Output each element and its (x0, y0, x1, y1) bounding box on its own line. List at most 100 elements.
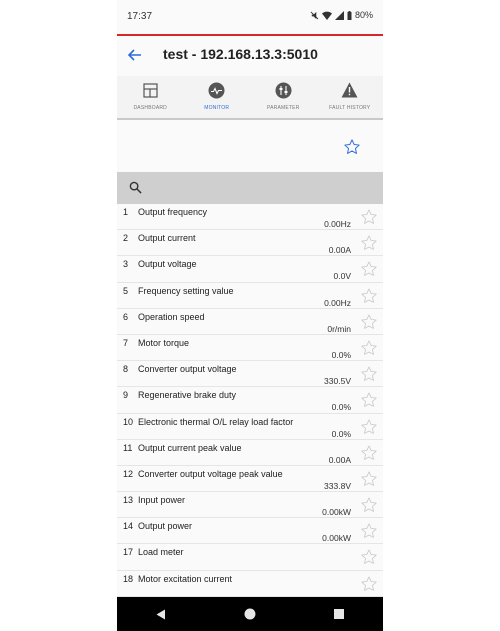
favorites-filter-area (117, 120, 383, 172)
item-number: 8 (123, 364, 129, 375)
search-bar (117, 172, 383, 204)
favorite-star-icon[interactable] (360, 391, 378, 409)
nav-back-icon (156, 609, 166, 619)
item-value: 0.0% (331, 349, 351, 360)
favorites-filter-button[interactable] (343, 138, 361, 156)
item-name: Output current (138, 233, 196, 244)
favorite-star-icon[interactable] (360, 444, 378, 462)
page-title: test - 192.168.13.3:5010 (163, 46, 318, 62)
favorite-star-icon[interactable] (360, 208, 378, 226)
list-item[interactable]: 3 Output voltage 0.0V (117, 256, 383, 283)
item-number: 11 (123, 442, 133, 453)
status-time: 17:37 (127, 11, 153, 22)
list-item[interactable]: 2 Output current 0.00A (117, 230, 383, 257)
item-name: Electronic thermal O/L relay load factor (138, 416, 294, 427)
favorite-star-icon[interactable] (360, 339, 378, 357)
item-number: 1 (123, 207, 129, 217)
favorite-star-icon[interactable] (360, 496, 378, 514)
item-value: 0.0% (331, 402, 351, 413)
list-item[interactable]: 9 Regenerative brake duty 0.0% (117, 387, 383, 414)
mute-icon (310, 11, 319, 19)
search-input[interactable] (149, 176, 374, 200)
item-value: 330.5V (324, 376, 351, 387)
item-name: Load meter (138, 547, 184, 558)
item-value: 0.0% (331, 428, 351, 439)
item-value: 0.00kW (322, 533, 351, 544)
list-item[interactable]: 17 Load meter (117, 544, 383, 571)
favorite-star-icon[interactable] (360, 548, 378, 566)
item-name: Converter output voltage peak value (138, 468, 283, 479)
list-item[interactable]: 7 Motor torque 0.0% (117, 335, 383, 362)
list-item[interactable]: 6 Operation speed 0r/min (117, 309, 383, 335)
item-number: 13 (123, 495, 134, 506)
tab-parameter[interactable]: PARAMETER (250, 76, 317, 118)
monitor-list: 1 Output frequency 0.00Hz 2 Output current 0.… (117, 204, 383, 597)
item-value: 0.00A (328, 245, 351, 256)
list-item[interactable]: 14 Output power 0.00kW (117, 518, 383, 545)
list-item[interactable]: 11 Output current peak value 0.00A (117, 440, 383, 466)
tab-monitor[interactable]: MONITOR (184, 76, 251, 118)
favorite-star-icon[interactable] (360, 575, 378, 593)
list-item[interactable]: 1 Output frequency 0.00Hz (117, 204, 383, 231)
monitor-icon (208, 81, 226, 99)
arrow-back-icon (127, 49, 141, 61)
tab-label: PARAMETER (266, 105, 300, 111)
item-value: 0.00Hz (324, 219, 351, 229)
warning-icon (341, 81, 359, 99)
battery-level: 80% (354, 10, 373, 20)
item-number: 2 (123, 233, 129, 244)
item-number: 6 (123, 311, 129, 322)
wifi-icon (321, 11, 332, 20)
item-number: 10 (123, 416, 134, 427)
item-name: Output frequency (138, 207, 208, 217)
tab-bar: DASHBOARD MONITOR PARAMETER FAULT HISTOR… (117, 76, 383, 120)
item-name: Frequency setting value (138, 285, 234, 296)
list-item[interactable]: 8 Converter output voltage 330.5V (117, 361, 383, 388)
item-number: 17 (123, 547, 134, 558)
back-button[interactable] (125, 45, 145, 65)
list-item[interactable]: 13 Input power 0.00kW (117, 492, 383, 519)
signal-icon (334, 10, 344, 20)
favorite-star-icon[interactable] (360, 365, 378, 383)
list-item[interactable]: 5 Frequency setting value 0.00Hz (117, 283, 383, 309)
nav-recents-button[interactable] (324, 599, 354, 629)
item-number: 5 (123, 285, 129, 296)
favorite-star-icon[interactable] (360, 234, 378, 252)
tab-dashboard[interactable]: DASHBOARD (117, 76, 184, 118)
phone-screen: 17:37 80% test - 192.168.13.3:5010 DASHB… (117, 0, 383, 631)
favorite-star-icon[interactable] (360, 470, 378, 488)
item-name: Motor torque (138, 337, 190, 348)
item-name: Output current peak value (138, 442, 242, 453)
list-item[interactable]: 18 Motor excitation current (117, 571, 383, 597)
parameter-icon (274, 81, 292, 99)
nav-back-button[interactable] (146, 599, 176, 629)
item-number: 3 (123, 259, 129, 270)
favorite-star-icon[interactable] (360, 313, 378, 331)
dashboard-icon (141, 81, 159, 99)
nav-home-button[interactable] (235, 599, 265, 629)
list-item[interactable]: 12 Converter output voltage peak value 333… (117, 466, 383, 493)
nav-home-icon (244, 608, 256, 620)
favorite-star-icon[interactable] (360, 418, 378, 436)
item-value: 0r/min (327, 323, 351, 334)
item-number: 14 (123, 521, 134, 532)
item-name: Output voltage (138, 259, 197, 270)
item-value: 0.0V (333, 271, 352, 282)
tab-label: MONITOR (204, 105, 230, 111)
favorite-star-icon[interactable] (360, 260, 378, 278)
item-number: 9 (123, 390, 129, 401)
favorite-star-icon[interactable] (360, 522, 378, 540)
status-icons: 80% (310, 10, 373, 20)
item-value: 333.8V (324, 480, 351, 491)
app-bar: test - 192.168.13.3:5010 (117, 34, 383, 76)
search-icon (129, 181, 142, 194)
favorite-star-icon[interactable] (360, 287, 378, 305)
item-name: Output power (138, 521, 193, 532)
item-number: 12 (123, 468, 134, 479)
item-name: Converter output voltage (138, 364, 237, 375)
star-icon (344, 139, 360, 154)
list-item[interactable]: 10 Electronic thermal O/L relay load fact… (117, 414, 383, 440)
battery-icon (347, 10, 352, 20)
item-number: 18 (123, 573, 134, 584)
tab-fault-history[interactable]: FAULT HISTORY (317, 76, 384, 118)
